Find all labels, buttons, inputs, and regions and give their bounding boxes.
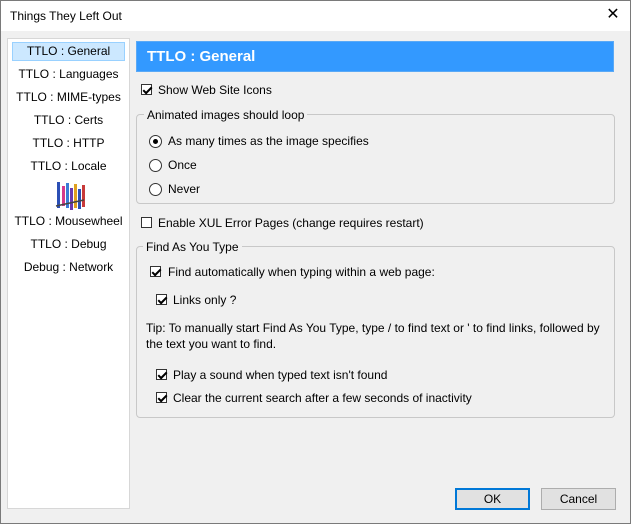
sidebar-item-mime-types[interactable]: TTLO : MIME-types (12, 88, 125, 107)
show-web-site-icons-checkbox[interactable] (141, 84, 152, 95)
show-web-site-icons-label[interactable]: Show Web Site Icons (158, 83, 272, 97)
links-only-label[interactable]: Links only ? (173, 293, 236, 307)
ok-button[interactable]: OK (455, 488, 530, 510)
page-header: TTLO : General (136, 41, 614, 72)
clear-search-label[interactable]: Clear the current search after a few sec… (173, 391, 472, 405)
enable-xul-label[interactable]: Enable XUL Error Pages (change requires … (158, 216, 424, 230)
loop-never-radio[interactable] (149, 183, 162, 196)
sidebar-item-locale[interactable]: TTLO : Locale (12, 157, 125, 176)
loop-once-label[interactable]: Once (168, 158, 197, 172)
close-icon[interactable]: ✕ (596, 1, 630, 31)
mousewheel-image-icon (54, 180, 86, 212)
sidebar-item-languages[interactable]: TTLO : Languages (12, 65, 125, 84)
sidebar-item-mousewheel[interactable]: TTLO : Mousewheel (12, 212, 125, 231)
dialog-window: Things They Left Out ✕ TTLO : General TT… (0, 0, 631, 524)
window-title: Things They Left Out (10, 9, 122, 23)
clear-search-checkbox[interactable] (156, 392, 167, 403)
find-automatically-label[interactable]: Find automatically when typing within a … (168, 265, 435, 279)
loop-as-specified-label[interactable]: As many times as the image specifies (168, 134, 369, 148)
loop-once-radio[interactable] (149, 159, 162, 172)
cancel-button[interactable]: Cancel (541, 488, 616, 510)
find-as-you-type-legend: Find As You Type (143, 240, 242, 254)
enable-xul-checkbox[interactable] (141, 217, 152, 228)
sidebar-item-http[interactable]: TTLO : HTTP (12, 134, 125, 153)
loop-never-label[interactable]: Never (168, 182, 200, 196)
title-bar: Things They Left Out ✕ (1, 1, 630, 31)
sidebar-item-debug[interactable]: TTLO : Debug (12, 235, 125, 254)
play-sound-checkbox[interactable] (156, 369, 167, 380)
links-only-checkbox[interactable] (156, 294, 167, 305)
sidebar-item-certs[interactable]: TTLO : Certs (12, 111, 125, 130)
animated-images-group (136, 114, 615, 204)
sidebar: TTLO : General TTLO : Languages TTLO : M… (7, 38, 130, 509)
sidebar-item-debug-network[interactable]: Debug : Network (12, 258, 125, 277)
page-title: TTLO : General (147, 48, 256, 65)
sidebar-item-general[interactable]: TTLO : General (12, 42, 125, 61)
play-sound-label[interactable]: Play a sound when typed text isn't found (173, 368, 387, 382)
animated-images-legend: Animated images should loop (144, 108, 308, 122)
loop-as-specified-radio[interactable] (149, 135, 162, 148)
find-tip-text: Tip: To manually start Find As You Type,… (146, 321, 600, 351)
find-automatically-checkbox[interactable] (150, 266, 161, 277)
